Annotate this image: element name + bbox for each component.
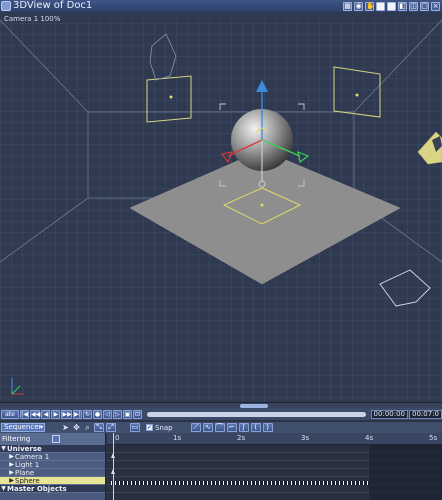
time-ruler[interactable]: 0 1s 2s 3s 4s 5s	[107, 433, 442, 445]
3d-viewport[interactable]: Camera 1 100%	[0, 12, 442, 402]
filter-row: Filtering	[0, 433, 105, 445]
ruler-label: 0	[115, 434, 120, 442]
timeline-area[interactable]: 0 1s 2s 3s 4s 5s	[107, 433, 442, 500]
hand-icon[interactable]: ✋	[365, 1, 375, 11]
frame-next-icon[interactable]: ⟩	[262, 423, 273, 432]
forward-icon[interactable]: ▶▶	[61, 409, 72, 419]
snap-checkbox[interactable]: ✓	[146, 424, 153, 431]
wire-icon[interactable]: ◫	[409, 1, 418, 11]
camera-view-icon[interactable]: ▣	[122, 409, 132, 419]
fit-icon[interactable]: ⊡	[132, 409, 142, 419]
sequencer-panel: Filtering ▼ Universe ▶ Camera 1 ▶ Light …	[0, 433, 442, 500]
snap-label: Snap	[155, 423, 173, 432]
tree-item-label: Plane	[15, 468, 35, 477]
tree-group-master-objects[interactable]: ▼ Master Objects	[0, 485, 105, 493]
camera-icon[interactable]: ◉	[354, 1, 363, 11]
render-mode-2-icon[interactable]	[387, 1, 396, 11]
zoom-icon[interactable]: ⌕	[83, 423, 92, 432]
collapse-icon[interactable]: ⤢	[106, 423, 116, 432]
go-start-icon[interactable]: |◀	[20, 409, 29, 419]
time-slider[interactable]	[146, 411, 366, 417]
app-window: 3DView of Doc1 ▦ ◉ ✋ ◧ ◫ ▢ × Camera 1 10…	[0, 0, 442, 500]
render-mode-icon[interactable]	[376, 1, 385, 11]
key-icon[interactable]: ▭	[130, 423, 140, 432]
app-icon	[1, 1, 11, 11]
pan-tool-icon[interactable]: ✥	[72, 423, 81, 432]
transport-bar: ate |◀ ◀◀ ◀ ▶ ▶▶ ▶| ↻ ● ◁ ▷ ▣ ⊡ 00:00:00…	[0, 408, 442, 420]
bbox-icon[interactable]: ▢	[420, 1, 429, 11]
ruler-label: 1s	[173, 434, 182, 442]
curve-ease-icon[interactable]: ∿	[202, 423, 213, 432]
close-icon[interactable]: ×	[431, 1, 440, 11]
collapse-arrow-icon[interactable]: ▶	[8, 477, 15, 485]
light-right-dot	[355, 93, 359, 97]
object-tree: Filtering ▼ Universe ▶ Camera 1 ▶ Light …	[0, 433, 106, 500]
ruler-label: 3s	[301, 434, 310, 442]
time-current-field[interactable]: 00:00:00	[370, 409, 408, 419]
ruler-label: 2s	[237, 434, 246, 442]
tree-item-label: Sphere	[15, 476, 40, 485]
plane-center-dot	[260, 203, 264, 207]
ruler-label: 4s	[365, 434, 374, 442]
mode-button[interactable]: ate	[1, 409, 19, 419]
sequencer-mode-dropdown[interactable]: Sequencer ▾	[1, 423, 45, 432]
next-key-icon[interactable]: ▷	[112, 409, 122, 419]
keyframe-strip[interactable]	[111, 481, 369, 485]
light-left-dot	[169, 95, 173, 99]
sequencer-toolbar: Sequencer ▾ ➤ ✥ ⌕ ⤡ ⤢ ▭ ✓ Snap ⟋ ∿ ⌒ ⌐ ∫…	[0, 421, 442, 433]
collapse-arrow-icon[interactable]: ▶	[8, 461, 15, 469]
go-end-icon[interactable]: ▶|	[72, 409, 82, 419]
window-title: 3DView of Doc1	[13, 0, 93, 11]
snap-toggle[interactable]: ✓ Snap	[146, 424, 173, 432]
ruler-label: 5s	[429, 434, 438, 442]
tree-item-label: Light 1	[15, 460, 40, 469]
rewind-icon[interactable]: ◀◀	[30, 409, 41, 419]
title-bar-icons: ▦ ◉ ✋ ◧ ◫ ▢ ×	[343, 1, 442, 11]
camera-label: Camera 1 100%	[4, 15, 61, 23]
step-back-icon[interactable]: ◀	[41, 409, 51, 419]
prev-key-icon[interactable]: ◁	[102, 409, 112, 419]
collapse-arrow-icon[interactable]: ▶	[8, 469, 15, 477]
title-bar: 3DView of Doc1 ▦ ◉ ✋ ◧ ◫ ▢ ×	[0, 0, 442, 12]
scene-canvas[interactable]	[0, 12, 442, 402]
chevron-down-icon: ▾	[39, 424, 43, 431]
filter-label: Filtering	[2, 435, 31, 443]
collapse-arrow-icon[interactable]: ▶	[8, 453, 15, 461]
loop-icon[interactable]: ↻	[82, 409, 92, 419]
tree-group-label: Master Objects	[7, 484, 67, 493]
curve-bezier-icon[interactable]: ⌒	[214, 423, 225, 432]
tree-item-label: Camera 1	[15, 452, 50, 461]
expand-arrow-icon[interactable]: ▼	[0, 445, 7, 453]
expand-icon[interactable]: ⤡	[94, 423, 104, 432]
grid-icon[interactable]: ▦	[343, 1, 352, 11]
time-end-field[interactable]: 00:07:0	[409, 409, 442, 419]
shade-icon[interactable]: ◧	[398, 1, 407, 11]
filter-button[interactable]	[52, 435, 61, 443]
play-icon[interactable]: ▶	[51, 409, 61, 419]
curve-spline-icon[interactable]: ∫	[238, 423, 249, 432]
out-of-range-shade	[369, 445, 442, 500]
expand-arrow-icon[interactable]: ▼	[0, 485, 7, 493]
curve-step-icon[interactable]: ⌐	[226, 423, 237, 432]
frame-prev-icon[interactable]: ⟨	[250, 423, 261, 432]
record-icon[interactable]: ●	[92, 409, 102, 419]
sequencer-mode-label: Sequencer	[4, 423, 42, 431]
arrow-tool-icon[interactable]: ➤	[61, 423, 70, 432]
curve-linear-icon[interactable]: ⟋	[190, 423, 201, 432]
tree-group-label: Universe	[7, 444, 42, 453]
playhead[interactable]	[113, 433, 114, 500]
